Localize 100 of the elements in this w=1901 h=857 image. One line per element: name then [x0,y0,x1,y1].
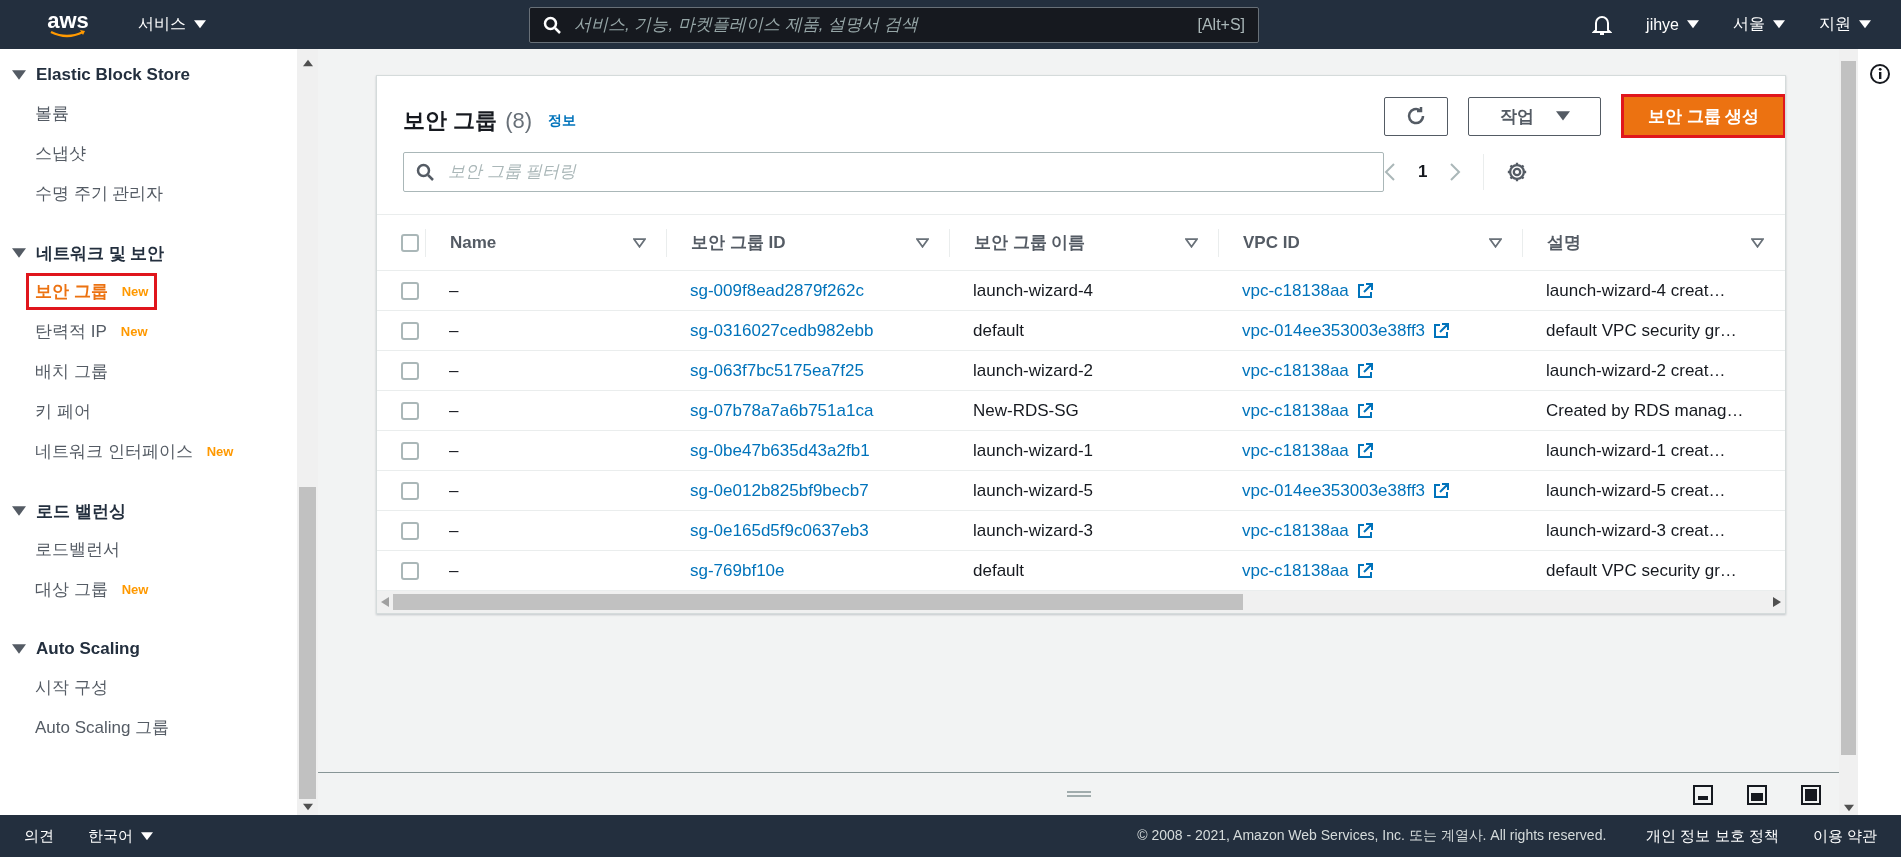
row-checkbox[interactable] [401,401,419,420]
scroll-right-icon[interactable] [1773,597,1781,607]
table-cell-text: launch-wizard-4 creat… [1545,280,1727,301]
sidebar-item[interactable]: 키 페어 [12,391,297,431]
group-id-link[interactable]: sg-009f8ead2879f262c [666,280,864,301]
table-cell-text: – [448,360,460,381]
info-icon[interactable] [1868,63,1891,85]
sidebar-item[interactable]: 로드밸런서 [12,529,297,569]
table-cell-text: New-RDS-SG [972,400,1080,421]
sidebar-item[interactable]: 스냅샷 [12,133,297,173]
row-checkbox[interactable] [401,281,419,300]
settings-icon[interactable] [1506,161,1529,183]
row-checkbox[interactable] [401,321,419,340]
actions-button[interactable]: 작업 [1468,96,1601,136]
table-cell-text: launch-wizard-1 creat… [1545,440,1727,461]
aws-logo[interactable]: aws [40,11,96,38]
caret-icon [1859,20,1871,29]
group-id-link[interactable]: sg-0e165d5f9c0637eb3 [666,520,869,541]
sidebar-item[interactable]: 탄력적 IP New [12,311,297,351]
services-menu[interactable]: 서비스 [138,14,206,35]
external-link-icon [1356,442,1373,459]
vpc-link[interactable]: vpc-014ee353003e38ff3 [1242,480,1426,501]
caret-icon [1555,111,1570,121]
search-icon [416,163,434,181]
group-id-link[interactable]: sg-07b78a7a6b751a1ca [666,400,874,421]
table-cell-text: default VPC security gr… [1545,320,1738,341]
group-id-link[interactable]: sg-769bf10e [666,560,785,581]
group-id-link[interactable]: sg-063f7bc5175ea7f25 [666,360,864,381]
refresh-icon [1405,105,1427,127]
vpc-link[interactable]: vpc-c18138aa [1242,560,1349,581]
footer-link[interactable]: 이용 약관 [1812,826,1877,846]
previous-page-icon[interactable] [1384,162,1396,182]
caret-icon [194,20,206,29]
language-menu[interactable]: 한국어 [88,826,153,846]
vpc-link[interactable]: vpc-c18138aa [1242,520,1349,541]
sort-icon [916,237,929,248]
sort-icon [1489,237,1502,248]
layout-icon[interactable] [1801,785,1821,805]
bell-icon[interactable] [1592,13,1613,36]
group-id-link[interactable]: sg-0e012b825bf9becb7 [666,480,869,501]
filter-field[interactable]: 보안 그룹 필터링 [403,152,1384,192]
select-all-checkbox[interactable] [401,233,419,252]
vpc-link[interactable]: vpc-c18138aa [1242,440,1349,461]
table-cell-text: – [448,480,460,501]
horizontal-scrollbar[interactable] [377,591,1785,613]
caret-icon[interactable] [12,248,26,258]
refresh-button[interactable] [1384,96,1448,136]
table-cell-text: – [448,320,460,341]
shortcut-hint: [Alt+S] [1197,15,1246,34]
layout-icon[interactable] [1747,785,1767,805]
row-checkbox[interactable] [401,561,419,580]
group-id-link[interactable]: sg-0be47b635d43a2fb1 [666,440,870,461]
sidebar-item[interactable]: 배치 그룹 [12,351,297,391]
row-checkbox[interactable] [401,441,419,460]
scrollbar[interactable] [1839,49,1858,815]
sidebar-item[interactable]: 수명 주기 관리자 [12,173,297,213]
column-header[interactable]: 설명 [1522,228,1784,257]
column-header[interactable]: 보안 그룹 이름 [949,228,1218,257]
table-cell-text: – [448,440,460,461]
table-cell-text: launch-wizard-3 [972,520,1094,541]
external-link-icon [1356,282,1373,299]
table-cell-text: default [972,320,1026,341]
caret-icon[interactable] [12,70,26,80]
scroll-left-icon[interactable] [381,597,389,607]
vpc-link[interactable]: vpc-c18138aa [1242,400,1349,421]
table-cell-text: default VPC security gr… [1545,560,1738,581]
column-header[interactable]: 보안 그룹 ID [666,228,949,257]
sidebar-item[interactable]: 대상 그룹 New [12,569,297,609]
section-title: 네트워크 및 보안 [36,242,165,265]
next-page-icon[interactable] [1449,162,1462,182]
table-cell-text: launch-wizard-4 [972,280,1094,301]
section-title: Elastic Block Store [36,65,190,85]
vpc-link[interactable]: vpc-c18138aa [1242,360,1349,381]
top-menu[interactable]: 서울 [1733,14,1785,35]
external-link-icon [1433,482,1450,499]
info-link[interactable]: 정보 [548,112,576,130]
column-header[interactable]: Name [425,228,666,257]
search-icon [543,15,562,34]
scrollbar[interactable] [297,49,318,815]
group-id-link[interactable]: sg-0316027cedb982ebb [666,320,874,341]
sidebar-item[interactable]: 시작 구성 [12,667,297,707]
vpc-link[interactable]: vpc-c18138aa [1242,280,1349,301]
sidebar-item[interactable]: 네트워크 인터페이스 New [12,431,297,471]
caret-icon[interactable] [12,506,26,516]
top-menu[interactable]: 지원 [1819,14,1871,35]
external-link-icon [1356,362,1373,379]
caret-icon[interactable] [12,644,26,654]
column-header[interactable]: VPC ID [1218,228,1522,257]
footer-link[interactable]: 개인 정보 보호 정책 [1646,826,1779,846]
row-checkbox[interactable] [401,521,419,540]
row-checkbox[interactable] [401,481,419,500]
resize-handle-icon[interactable] [1066,791,1091,797]
row-checkbox[interactable] [401,361,419,380]
feedback-link[interactable]: 의견 [24,826,54,846]
top-menu[interactable]: jihye [1646,15,1699,34]
sidebar-item[interactable]: 볼륨 [12,93,297,133]
sidebar-item[interactable]: Auto Scaling 그룹 [12,707,297,747]
vpc-link[interactable]: vpc-014ee353003e38ff3 [1242,320,1426,341]
layout-icon[interactable] [1693,785,1713,805]
page-number[interactable]: 1 [1418,162,1428,182]
